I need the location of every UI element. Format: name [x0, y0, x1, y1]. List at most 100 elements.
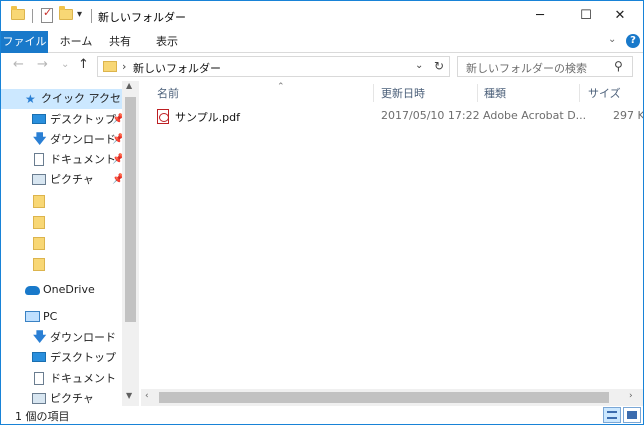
column-header-modified[interactable]: 更新日時	[381, 85, 425, 101]
back-button[interactable]: ←	[13, 57, 24, 72]
column-divider[interactable]	[373, 84, 374, 102]
address-bar[interactable]: › 新しいフォルダー ⌄ ↻	[97, 56, 450, 77]
large-icons-view-button[interactable]	[623, 407, 641, 423]
separator	[91, 9, 92, 23]
computer-icon	[25, 311, 40, 322]
nav-item-desktop[interactable]: デスクトップ 📌	[1, 110, 124, 130]
nav-item-pictures[interactable]: ピクチャ 📌	[1, 170, 124, 190]
tab-home[interactable]: ホーム	[56, 31, 96, 53]
file-type: Adobe Acrobat D...	[483, 109, 587, 122]
title-bar: ✓ ▾ 新しいフォルダー ─ ☐ ✕	[1, 1, 643, 31]
navigation-pane: ★ クイック アクセス デスクトップ 📌 🡇 ダウンロード 📌 ドキュメント 📌…	[1, 81, 139, 406]
separator	[32, 9, 33, 23]
nav-item-label: PC	[43, 310, 58, 323]
column-divider[interactable]	[477, 84, 478, 102]
details-view-icon	[607, 411, 617, 419]
folder-icon	[33, 237, 45, 250]
folder-icon	[11, 6, 25, 20]
nav-item-label: ドキュメント	[50, 153, 116, 166]
large-icons-view-icon	[627, 411, 637, 419]
nav-quick-access[interactable]: ★ クイック アクセス	[1, 89, 132, 109]
ribbon-tabs: ファイル ホーム 共有 表示 ⌄ ?	[1, 31, 643, 53]
ribbon-expand-icon[interactable]: ⌄	[608, 34, 616, 45]
search-icon[interactable]: ⚲	[614, 59, 623, 73]
file-name: サンプル.pdf	[175, 111, 241, 124]
file-size: 297 KB	[613, 109, 644, 122]
pictures-icon	[32, 393, 46, 404]
explorer-window: ✓ ▾ 新しいフォルダー ─ ☐ ✕ ファイル ホーム 共有 表示 ⌄ ? ← …	[0, 0, 644, 425]
nav-pane-scrollbar[interactable]: ▲ ▼	[122, 81, 139, 406]
nav-item-label: ドキュメント	[50, 372, 116, 385]
column-divider[interactable]	[579, 84, 580, 102]
document-icon	[34, 372, 44, 385]
pictures-icon	[32, 174, 46, 185]
nav-item-folder[interactable]	[1, 233, 123, 253]
nav-item-pc-desktop[interactable]: デスクトップ	[1, 348, 123, 368]
quick-access-dropdown-icon[interactable]: ▾	[77, 9, 82, 20]
column-header-type[interactable]: 種類	[484, 85, 506, 101]
tab-file[interactable]: ファイル	[1, 31, 48, 53]
search-input[interactable]: 新しいフォルダーの検索 ⚲	[457, 56, 633, 77]
scroll-left-icon[interactable]: ‹	[145, 391, 149, 401]
nav-item-label: ダウンロード	[50, 331, 116, 344]
horizontal-scrollbar[interactable]: ‹ ›	[141, 389, 643, 406]
minimize-button[interactable]: ─	[517, 1, 563, 31]
breadcrumb-separator[interactable]: ›	[122, 60, 126, 73]
folder-icon	[33, 216, 45, 229]
download-icon: 🡇	[33, 132, 47, 147]
file-list: 名前 ⌃ 更新日時 種類 サイズ サンプル.pdf 2017/05/10 17:…	[141, 81, 643, 406]
nav-item-pc-documents[interactable]: ドキュメント	[1, 369, 123, 389]
file-row[interactable]: サンプル.pdf 2017/05/10 17:22 Adobe Acrobat …	[151, 106, 643, 126]
scroll-right-icon[interactable]: ›	[629, 391, 633, 401]
scrollbar-thumb[interactable]	[125, 97, 136, 322]
address-dropdown-icon[interactable]: ⌄	[415, 60, 423, 71]
breadcrumb[interactable]: 新しいフォルダー	[133, 60, 221, 76]
nav-item-downloads[interactable]: 🡇 ダウンロード 📌	[1, 130, 124, 150]
recent-locations-icon[interactable]: ⌄	[61, 59, 69, 70]
new-folder-icon[interactable]	[59, 6, 73, 20]
status-bar: 1 個の項目	[1, 406, 643, 424]
column-header-name[interactable]: 名前 ⌃	[157, 82, 285, 101]
nav-item-label: ピクチャ	[50, 173, 94, 186]
window-title: 新しいフォルダー	[98, 11, 186, 24]
refresh-icon[interactable]: ↻	[434, 59, 444, 73]
nav-item-folder[interactable]	[1, 254, 123, 274]
scroll-down-icon[interactable]: ▼	[126, 391, 132, 400]
nav-item-documents[interactable]: ドキュメント 📌	[1, 150, 124, 170]
pdf-file-icon	[157, 109, 169, 124]
folder-icon	[33, 195, 45, 208]
forward-button[interactable]: →	[37, 57, 48, 72]
tab-view[interactable]: 表示	[147, 31, 187, 53]
nav-item-label: OneDrive	[43, 283, 95, 296]
nav-item-label: ダウンロード	[50, 133, 116, 146]
folder-icon	[103, 61, 117, 72]
file-modified: 2017/05/10 17:22	[381, 109, 480, 122]
nav-item-label: ピクチャ	[50, 392, 94, 405]
close-button[interactable]: ✕	[597, 1, 643, 31]
properties-icon[interactable]: ✓	[41, 6, 53, 23]
help-icon[interactable]: ?	[626, 34, 640, 48]
desktop-icon	[32, 352, 46, 362]
scroll-up-icon[interactable]: ▲	[126, 81, 132, 90]
document-icon	[34, 153, 44, 166]
item-count: 1 個の項目	[15, 410, 70, 423]
search-placeholder: 新しいフォルダーの検索	[466, 62, 587, 75]
tab-share[interactable]: 共有	[103, 31, 137, 53]
cloud-icon	[25, 286, 40, 295]
details-view-button[interactable]	[603, 407, 621, 423]
navigation-bar: ← → ⌄ ↑ › 新しいフォルダー ⌄ ↻ 新しいフォルダーの検索 ⚲	[1, 53, 643, 79]
folder-icon	[33, 258, 45, 271]
star-icon: ★	[25, 92, 36, 106]
nav-item-folder[interactable]	[1, 191, 123, 211]
scrollbar-thumb[interactable]	[159, 392, 609, 403]
download-icon: 🡇	[33, 330, 47, 345]
nav-item-pc[interactable]: PC	[1, 307, 123, 327]
nav-item-pc-pictures[interactable]: ピクチャ	[1, 389, 123, 406]
column-header-size[interactable]: サイズ	[588, 85, 621, 101]
nav-item-label: クイック アクセス	[41, 92, 132, 105]
nav-item-label: デスクトップ	[50, 113, 116, 126]
nav-item-onedrive[interactable]: OneDrive	[1, 280, 123, 300]
up-button[interactable]: ↑	[78, 57, 89, 72]
nav-item-folder[interactable]	[1, 212, 123, 232]
nav-item-pc-downloads[interactable]: 🡇 ダウンロード	[1, 328, 123, 348]
